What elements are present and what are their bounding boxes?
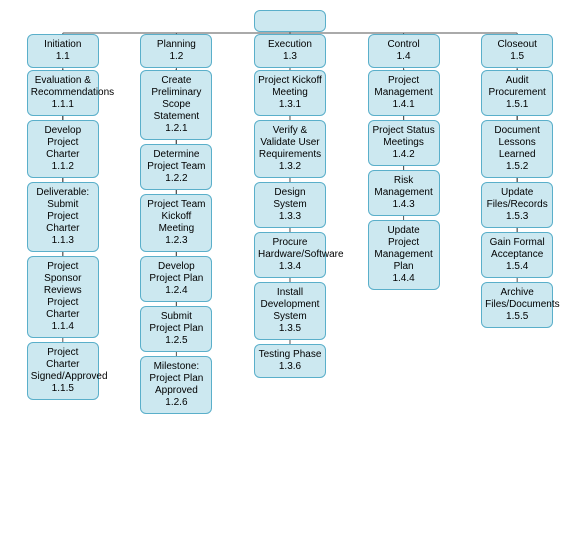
child-node-4-2: Update Files/Records1.5.3	[481, 182, 553, 228]
level1-node-4: Closeout1.5	[481, 34, 553, 68]
col-0: Initiation1.1Evaluation & Recommendation…	[9, 34, 117, 414]
child-node-4-4: Archive Files/Documents1.5.5	[481, 282, 553, 328]
children-col-1: Create Preliminary Scope Statement1.2.1D…	[122, 70, 230, 414]
child-node-1-0: Create Preliminary Scope Statement1.2.1	[140, 70, 212, 140]
chart-container: Initiation1.1Evaluation & Recommendation…	[0, 0, 580, 424]
child-node-0-4: Project Charter Signed/Approved1.1.5	[27, 342, 99, 400]
child-node-1-2: Project Team Kickoff Meeting1.2.3	[140, 194, 212, 252]
children-col-3: Project Management1.4.1Project Status Me…	[350, 70, 458, 290]
col-3: Control1.4Project Management1.4.1Project…	[350, 34, 458, 414]
child-node-2-5: Testing Phase1.3.6	[254, 344, 326, 378]
col-2: Execution1.3Project Kickoff Meeting1.3.1…	[236, 34, 344, 414]
child-node-3-2: Risk Management1.4.3	[368, 170, 440, 216]
col-1: Planning1.2Create Preliminary Scope Stat…	[122, 34, 230, 414]
level1-node-0: Initiation1.1	[27, 34, 99, 68]
child-node-2-1: Verify & Validate User Requirements1.3.2	[254, 120, 326, 178]
child-node-4-1: Document Lessons Learned1.5.2	[481, 120, 553, 178]
level1-node-2: Execution1.3	[254, 34, 326, 68]
child-node-4-0: Audit Procurement1.5.1	[481, 70, 553, 116]
child-node-0-3: Project Sponsor Reviews Project Charter1…	[27, 256, 99, 338]
child-node-0-0: Evaluation & Recommendations1.1.1	[27, 70, 99, 116]
child-node-1-1: Determine Project Team1.2.2	[140, 144, 212, 190]
root-node	[254, 10, 326, 32]
child-node-2-3: Procure Hardware/Software1.3.4	[254, 232, 326, 278]
child-node-2-4: Install Development System1.3.5	[254, 282, 326, 340]
child-node-1-5: Milestone: Project Plan Approved1.2.6	[140, 356, 212, 414]
child-node-3-3: Update Project Management Plan1.4.4	[368, 220, 440, 290]
child-node-0-1: Develop Project Charter1.1.2	[27, 120, 99, 178]
level1-node-1: Planning1.2	[140, 34, 212, 68]
child-node-1-4: Submit Project Plan1.2.5	[140, 306, 212, 352]
root-row	[4, 10, 576, 32]
children-col-4: Audit Procurement1.5.1Document Lessons L…	[463, 70, 571, 328]
child-node-3-1: Project Status Meetings1.4.2	[368, 120, 440, 166]
level1-node-3: Control1.4	[368, 34, 440, 68]
child-node-2-0: Project Kickoff Meeting1.3.1	[254, 70, 326, 116]
child-node-4-3: Gain Formal Acceptance1.5.4	[481, 232, 553, 278]
level1-row: Initiation1.1Evaluation & Recommendation…	[4, 34, 576, 414]
children-col-2: Project Kickoff Meeting1.3.1Verify & Val…	[236, 70, 344, 378]
children-col-0: Evaluation & Recommendations1.1.1Develop…	[9, 70, 117, 400]
child-node-3-0: Project Management1.4.1	[368, 70, 440, 116]
col-4: Closeout1.5Audit Procurement1.5.1Documen…	[463, 34, 571, 414]
child-node-1-3: Develop Project Plan1.2.4	[140, 256, 212, 302]
child-node-2-2: Design System1.3.3	[254, 182, 326, 228]
child-node-0-2: Deliverable: Submit Project Charter1.1.3	[27, 182, 99, 252]
